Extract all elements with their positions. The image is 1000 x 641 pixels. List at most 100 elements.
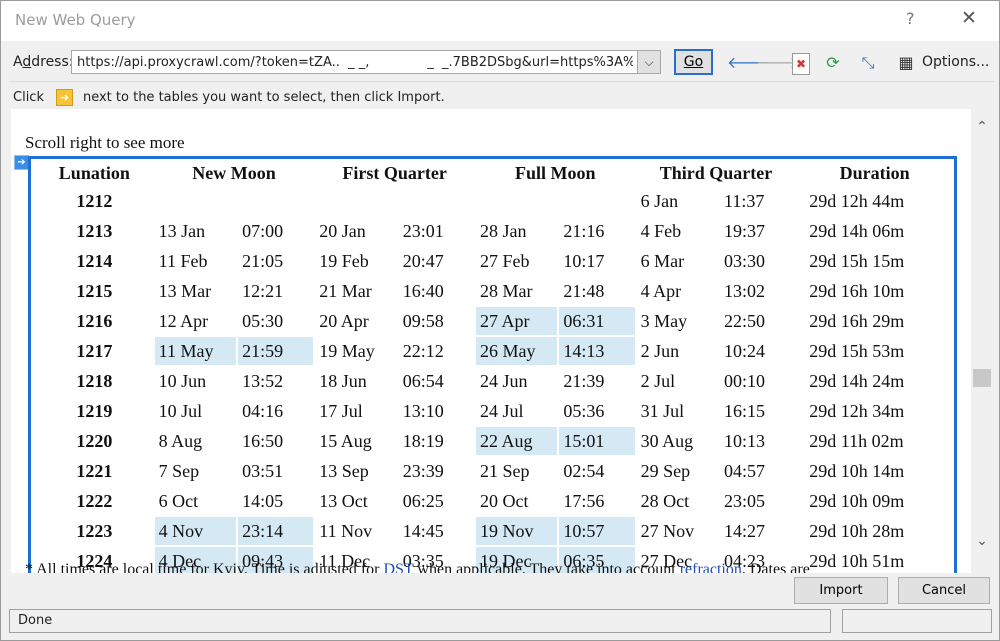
duration-cell: 29d 15h 15m: [797, 247, 952, 277]
full-moon-time-cell: 21:16: [559, 217, 635, 247]
new-web-query-dialog: New Web Query ? ✕ Address: ⌵ Go 🡐 🡒 ✖ ⟳ …: [0, 0, 1000, 641]
full-moon-date-cell: 27 Feb: [475, 247, 558, 277]
lunation-cell: 1218: [36, 367, 153, 397]
duration-cell: 29d 11h 02m: [797, 427, 952, 457]
scrollbar-thumb[interactable]: [973, 369, 991, 387]
duration-cell: 29d 10h 09m: [797, 487, 952, 517]
footnote: * All times are local time for Kyiv. Tim…: [25, 561, 810, 573]
duration-cell: 29d 12h 44m: [797, 187, 952, 217]
third-quarter-time-cell: 00:10: [720, 367, 796, 397]
cancel-label: Cancel: [921, 583, 967, 598]
new-moon-date-cell: 12 Apr: [154, 307, 237, 337]
go-button[interactable]: Go: [674, 49, 713, 75]
stop-page-icon[interactable]: ✖: [792, 53, 810, 75]
full-moon-time-cell: [559, 187, 635, 217]
full-moon-time-cell: 21:48: [559, 277, 635, 307]
first-quarter-date-cell: 13 Sep: [315, 457, 397, 487]
cancel-button[interactable]: Cancel: [898, 577, 990, 604]
full-moon-time-cell: 14:13: [559, 337, 635, 367]
table-row: 1220 8 Aug 16:50 15 Aug 18:19 22 Aug 15:01 30 A…: [36, 427, 952, 457]
full-moon-date-cell: 20 Oct: [475, 487, 558, 517]
header-new-moon: New Moon: [192, 162, 276, 183]
first-quarter-date-cell: [315, 187, 397, 217]
import-label: Import: [819, 583, 863, 598]
header-duration: Duration: [839, 162, 910, 183]
footnote-text-3: . Dates are: [741, 561, 810, 573]
first-quarter-date-cell: 11 Nov: [315, 517, 397, 547]
table-row: 1215 13 Mar 12:21 21 Mar 16:40 28 Mar 21:48 4 A…: [36, 277, 952, 307]
status-bar-progress: [842, 609, 992, 633]
toolbar-divider: [9, 81, 994, 82]
dst-link[interactable]: DST: [383, 561, 413, 573]
lunation-cell: 1223: [36, 517, 153, 547]
table-select-arrow-icon[interactable]: ➔: [14, 155, 29, 170]
selectable-table-frame: Lunation New Moon First Quarter Full Moo…: [28, 156, 957, 573]
address-dropdown-icon[interactable]: ⌵: [637, 51, 660, 73]
new-moon-date-cell: 13 Mar: [154, 277, 237, 307]
refresh-page-icon[interactable]: ⟳: [821, 51, 845, 75]
address-input[interactable]: [72, 51, 638, 73]
full-moon-time-cell: 05:36: [559, 397, 635, 427]
scroll-up-icon[interactable]: ⌃: [971, 119, 993, 135]
first-quarter-time-cell: 23:01: [398, 217, 474, 247]
first-quarter-date-cell: 19 May: [315, 337, 397, 367]
window-title: New Web Query: [15, 11, 136, 29]
new-moon-time-cell: 03:51: [238, 457, 314, 487]
new-moon-time-cell: 21:59: [238, 337, 314, 367]
third-quarter-time-cell: 10:13: [720, 427, 796, 457]
full-moon-date-cell: 27 Apr: [475, 307, 558, 337]
new-moon-date-cell: 8 Aug: [154, 427, 237, 457]
options-icon[interactable]: ▦: [894, 51, 918, 75]
third-quarter-date-cell: 6 Jan: [636, 187, 719, 217]
header-first-quarter: First Quarter: [342, 162, 447, 183]
third-quarter-time-cell: 23:05: [720, 487, 796, 517]
duration-cell: 29d 10h 14m: [797, 457, 952, 487]
scroll-down-icon[interactable]: ⌄: [971, 533, 993, 549]
new-moon-time-cell: 07:00: [238, 217, 314, 247]
third-quarter-date-cell: 4 Apr: [636, 277, 719, 307]
lunation-cell: 1214: [36, 247, 153, 277]
table-row: 1218 10 Jun 13:52 18 Jun 06:54 24 Jun 21:39 2 J…: [36, 367, 952, 397]
options-button[interactable]: Options...: [922, 54, 989, 70]
new-moon-date-cell: 11 May: [154, 337, 237, 367]
full-moon-date-cell: [475, 187, 558, 217]
duration-cell: 29d 10h 51m: [797, 547, 952, 573]
lunation-cell: 1216: [36, 307, 153, 337]
table-row: 1219 10 Jul 04:16 17 Jul 13:10 24 Jul 05:36 31 …: [36, 397, 952, 427]
first-quarter-date-cell: 21 Mar: [315, 277, 397, 307]
new-moon-time-cell: [238, 187, 314, 217]
new-moon-time-cell: 13:52: [238, 367, 314, 397]
third-quarter-date-cell: 2 Jul: [636, 367, 719, 397]
new-moon-date-cell: 7 Sep: [154, 457, 237, 487]
full-moon-date-cell: 28 Mar: [475, 277, 558, 307]
full-moon-time-cell: 10:17: [559, 247, 635, 277]
lunation-cell: 1213: [36, 217, 153, 247]
new-moon-time-cell: 16:50: [238, 427, 314, 457]
full-moon-date-cell: 19 Nov: [475, 517, 558, 547]
new-moon-date-cell: 4 Nov: [154, 517, 237, 547]
lunation-cell: 1219: [36, 397, 153, 427]
duration-cell: 29d 16h 10m: [797, 277, 952, 307]
import-button[interactable]: Import: [794, 577, 888, 604]
close-button[interactable]: ✕: [961, 7, 977, 29]
third-quarter-date-cell: 29 Sep: [636, 457, 719, 487]
table-body: 1212 6 Jan 11:37 29d 12h 44m 1213 13 Jan 07:00…: [36, 187, 952, 573]
third-quarter-time-cell: 16:15: [720, 397, 796, 427]
hint-suffix: next to the tables you want to select, t…: [82, 90, 445, 105]
address-combobox[interactable]: ⌵: [71, 50, 661, 74]
forward-arrow-icon[interactable]: 🡒: [756, 51, 799, 75]
refraction-link[interactable]: refraction: [680, 561, 742, 573]
vertical-scrollbar[interactable]: ⌃ ⌄: [971, 109, 993, 573]
full-moon-time-cell: 06:31: [559, 307, 635, 337]
third-quarter-time-cell: 14:27: [720, 517, 796, 547]
first-quarter-time-cell: 20:47: [398, 247, 474, 277]
lunation-cell: 1220: [36, 427, 153, 457]
new-moon-time-cell: 04:16: [238, 397, 314, 427]
footnote-text-1: * All times are local time for Kyiv. Tim…: [25, 561, 384, 573]
duration-cell: 29d 12h 34m: [797, 397, 952, 427]
first-quarter-time-cell: 09:58: [398, 307, 474, 337]
back-arrow-icon[interactable]: 🡐: [727, 51, 770, 75]
duration-cell: 29d 16h 29m: [797, 307, 952, 337]
help-button[interactable]: ?: [906, 9, 915, 28]
hide-icons-icon[interactable]: ⤡: [856, 51, 880, 75]
